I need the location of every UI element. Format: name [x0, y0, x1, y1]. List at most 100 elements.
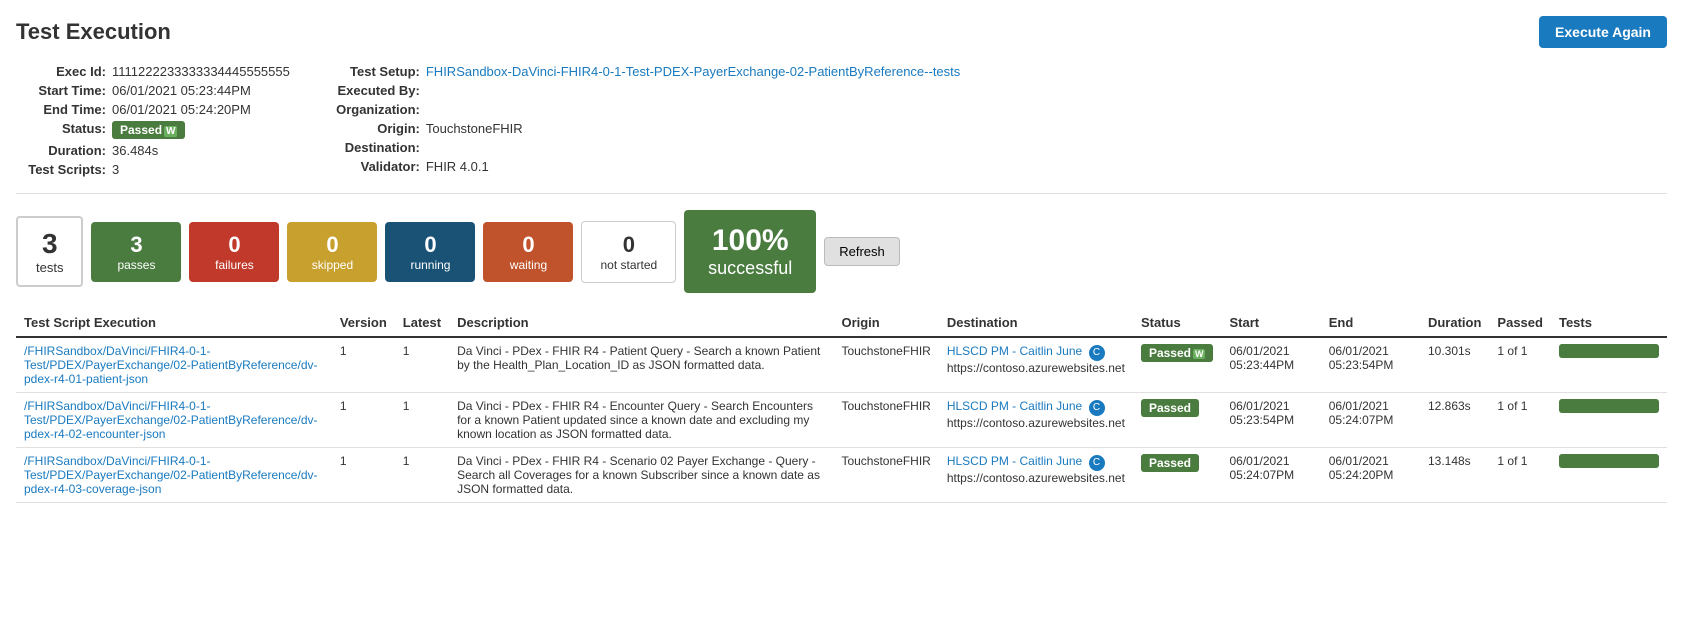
c-badge: C — [1089, 400, 1105, 416]
test-setup-row: Test Setup: FHIRSandbox-DaVinci-FHIR4-0-… — [330, 64, 960, 79]
test-setup-link[interactable]: FHIRSandbox-DaVinci-FHIR4-0-1-Test-PDEX-… — [426, 64, 960, 79]
status-label: Status: — [16, 121, 106, 139]
passes-label: passes — [109, 258, 163, 272]
test-scripts-value: 3 — [112, 162, 119, 177]
table-header: Test Script Execution Version Latest Des… — [16, 309, 1667, 337]
origin-value: TouchstoneFHIR — [426, 121, 523, 136]
col-tests: Tests — [1551, 309, 1667, 337]
table-row: /FHIRSandbox/DaVinci/FHIR4-0-1-Test/PDEX… — [16, 448, 1667, 503]
summary-failures: 0 failures — [189, 222, 279, 282]
start-time-row: Start Time: 06/01/2021 05:23:44PM — [16, 83, 290, 98]
description-cell: Da Vinci - PDex - FHIR R4 - Encounter Qu… — [449, 393, 833, 448]
script-link[interactable]: /FHIRSandbox/DaVinci/FHIR4-0-1-Test/PDEX… — [24, 344, 324, 386]
progress-bar-fill — [1559, 454, 1659, 468]
duration-value: 36.484s — [112, 143, 158, 158]
summary-not-started: 0 not started — [581, 221, 676, 283]
latest-cell: 1 — [395, 337, 449, 393]
c-badge: C — [1089, 345, 1105, 361]
success-pct: 100% — [708, 224, 792, 258]
status-cell: Passed — [1133, 448, 1222, 503]
col-passed: Passed — [1489, 309, 1551, 337]
status-cell: Passed — [1133, 337, 1222, 393]
status-badge: Passed — [1141, 344, 1214, 362]
destination-cell: HLSCD PM - Caitlin June C https://contos… — [939, 393, 1133, 448]
summary-total: 3 tests — [16, 216, 83, 287]
latest-cell: 1 — [395, 393, 449, 448]
dest-url: https://contoso.azurewebsites.net — [947, 361, 1125, 375]
progress-bar-wrap — [1559, 344, 1659, 358]
script-cell: /FHIRSandbox/DaVinci/FHIR4-0-1-Test/PDEX… — [16, 337, 332, 393]
page-header: Test Execution Execute Again — [16, 16, 1667, 48]
meta-section: Exec Id: 1111222233333334445555555 Start… — [16, 64, 1667, 194]
col-version: Version — [332, 309, 395, 337]
validator-row: Validator: FHIR 4.0.1 — [330, 159, 960, 174]
running-num: 0 — [403, 232, 457, 258]
script-link[interactable]: /FHIRSandbox/DaVinci/FHIR4-0-1-Test/PDEX… — [24, 399, 324, 441]
dest-link[interactable]: HLSCD PM - Caitlin June — [947, 344, 1082, 358]
executed-by-label: Executed By: — [330, 83, 420, 98]
summary-passes: 3 passes — [91, 222, 181, 282]
status-cell: Passed — [1133, 393, 1222, 448]
success-block: 100% successful — [684, 210, 816, 293]
end-time-row: End Time: 06/01/2021 05:24:20PM — [16, 102, 290, 117]
progress-bar-wrap — [1559, 399, 1659, 413]
version-cell: 1 — [332, 448, 395, 503]
origin-cell: TouchstoneFHIR — [833, 337, 938, 393]
script-cell: /FHIRSandbox/DaVinci/FHIR4-0-1-Test/PDEX… — [16, 448, 332, 503]
test-scripts-row: Test Scripts: 3 — [16, 162, 290, 177]
dest-url: https://contoso.azurewebsites.net — [947, 471, 1125, 485]
progress-bar-wrap — [1559, 454, 1659, 468]
c-badge: C — [1089, 455, 1105, 471]
origin-cell: TouchstoneFHIR — [833, 448, 938, 503]
start-cell: 06/01/2021 05:24:07PM — [1221, 448, 1320, 503]
execute-again-button[interactable]: Execute Again — [1539, 16, 1667, 48]
header-row: Test Script Execution Version Latest Des… — [16, 309, 1667, 337]
col-start: Start — [1221, 309, 1320, 337]
dest-link[interactable]: HLSCD PM - Caitlin June — [947, 399, 1082, 413]
total-label: tests — [36, 260, 63, 275]
summary-waiting: 0 waiting — [483, 222, 573, 282]
test-scripts-label: Test Scripts: — [16, 162, 106, 177]
tests-cell — [1551, 448, 1667, 503]
origin-cell: TouchstoneFHIR — [833, 393, 938, 448]
waiting-num: 0 — [501, 232, 555, 258]
skipped-label: skipped — [305, 258, 359, 272]
end-cell: 06/01/2021 05:24:20PM — [1321, 448, 1420, 503]
origin-row: Origin: TouchstoneFHIR — [330, 121, 960, 136]
total-num: 3 — [36, 228, 63, 260]
description-cell: Da Vinci - PDex - FHIR R4 - Patient Quer… — [449, 337, 833, 393]
destination-label: Destination: — [330, 140, 420, 155]
summary-running: 0 running — [385, 222, 475, 282]
status-badge: Passed — [112, 121, 185, 139]
start-time-label: Start Time: — [16, 83, 106, 98]
col-destination: Destination — [939, 309, 1133, 337]
status-row: Status: Passed — [16, 121, 290, 139]
script-cell: /FHIRSandbox/DaVinci/FHIR4-0-1-Test/PDEX… — [16, 393, 332, 448]
status-badge: Passed — [1141, 399, 1199, 417]
passed-cell: 1 of 1 — [1489, 393, 1551, 448]
failures-label: failures — [207, 258, 261, 272]
col-script: Test Script Execution — [16, 309, 332, 337]
running-label: running — [403, 258, 457, 272]
end-time-label: End Time: — [16, 102, 106, 117]
duration-cell: 10.301s — [1420, 337, 1489, 393]
progress-bar-fill — [1559, 399, 1659, 413]
exec-id-label: Exec Id: — [16, 64, 106, 79]
meta-left: Exec Id: 1111222233333334445555555 Start… — [16, 64, 290, 177]
meta-right: Test Setup: FHIRSandbox-DaVinci-FHIR4-0-… — [330, 64, 960, 177]
destination-cell: HLSCD PM - Caitlin June C https://contos… — [939, 337, 1133, 393]
origin-label: Origin: — [330, 121, 420, 136]
table-row: /FHIRSandbox/DaVinci/FHIR4-0-1-Test/PDEX… — [16, 337, 1667, 393]
col-end: End — [1321, 309, 1420, 337]
passes-num: 3 — [109, 232, 163, 258]
destination-row: Destination: — [330, 140, 960, 155]
tests-cell — [1551, 337, 1667, 393]
refresh-button[interactable]: Refresh — [824, 237, 900, 266]
start-cell: 06/01/2021 05:23:54PM — [1221, 393, 1320, 448]
dest-link[interactable]: HLSCD PM - Caitlin June — [947, 454, 1082, 468]
tests-cell — [1551, 393, 1667, 448]
start-time-value: 06/01/2021 05:23:44PM — [112, 83, 251, 98]
script-link[interactable]: /FHIRSandbox/DaVinci/FHIR4-0-1-Test/PDEX… — [24, 454, 324, 496]
description-cell: Da Vinci - PDex - FHIR R4 - Scenario 02 … — [449, 448, 833, 503]
skipped-num: 0 — [305, 232, 359, 258]
